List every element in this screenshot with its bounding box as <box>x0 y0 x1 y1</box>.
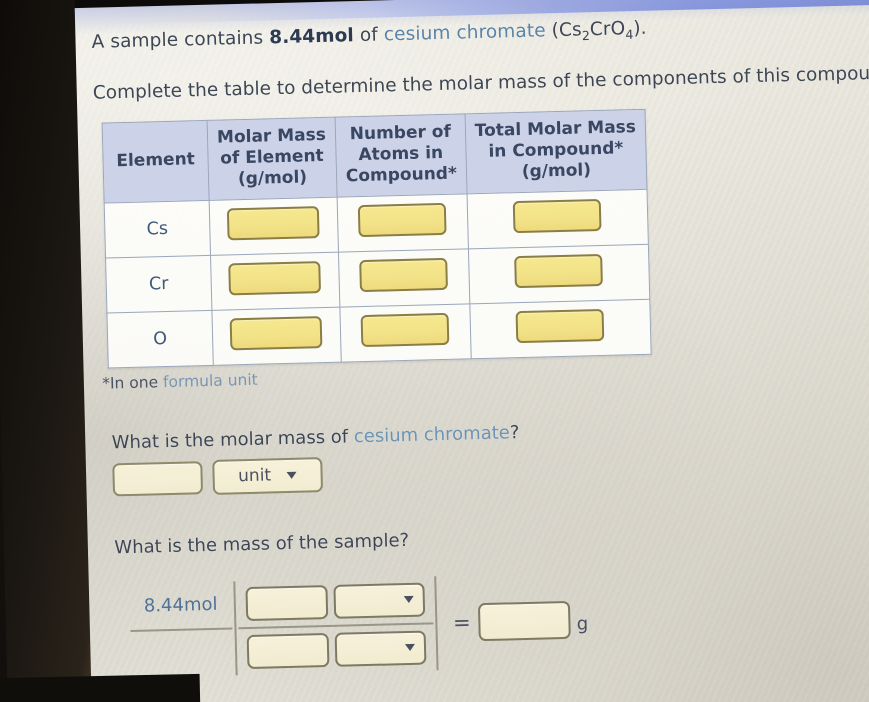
input-total-cs[interactable] <box>513 199 602 234</box>
input-molar-mass-cs[interactable] <box>227 206 321 241</box>
formula-open: (Cs <box>545 19 582 42</box>
cell-atoms-cr <box>338 248 470 307</box>
chevron-down-icon <box>403 595 414 604</box>
input-total-o[interactable] <box>515 308 605 344</box>
conversion-numerator <box>237 576 433 627</box>
table-header-row: Element Molar Mass of Element (g/mol) Nu… <box>102 109 647 203</box>
formula-mid: CrO <box>589 18 626 41</box>
q1-unit-select[interactable]: unit <box>212 456 324 495</box>
th-molar-mass-line-3: (g/mol) <box>237 167 308 189</box>
th-atom-count-line-2: Atoms in <box>358 143 444 166</box>
cell-atoms-cs <box>336 193 469 252</box>
worksheet-page: A sample contains 8.44mol of cesium chro… <box>44 0 869 679</box>
conversion-numerator-value-input[interactable] <box>245 584 328 621</box>
statement-prefix: A sample contains <box>91 27 270 53</box>
input-molar-mass-o[interactable] <box>230 316 323 351</box>
th-element: Element <box>102 120 210 203</box>
input-total-cr[interactable] <box>514 254 604 289</box>
given-value: 8.44mol <box>143 593 218 617</box>
q1-prefix: What is the molar mass of <box>111 425 355 453</box>
cell-total-o <box>469 298 652 359</box>
th-atom-count-line-3: Compound* <box>345 163 458 187</box>
th-total-line-3: (g/mol) <box>521 160 592 182</box>
sample-amount: 8.44mol <box>268 25 355 49</box>
conversion-denominator <box>238 624 434 675</box>
screen-photo: A sample contains 8.44mol of cesium chro… <box>0 0 869 702</box>
q1-value-input[interactable] <box>112 460 204 496</box>
dimensional-analysis-block: 8.44mol = g <box>129 564 869 678</box>
input-atoms-cr[interactable] <box>359 257 449 293</box>
result-group: = g <box>439 600 589 642</box>
molar-mass-table: Element Molar Mass of Element (g/mol) Nu… <box>101 109 652 369</box>
conversion-fraction <box>237 576 434 675</box>
table-head: Element Molar Mass of Element (g/mol) Nu… <box>102 109 647 203</box>
q1-unit-label: unit <box>237 465 272 487</box>
th-total-molar-mass: Total Molar Mass in Compound* (g/mol) <box>464 109 647 194</box>
table-body: Cs Cr O <box>104 188 652 368</box>
screen-content: A sample contains 8.44mol of cesium chro… <box>44 0 869 702</box>
device-bezel-bottom <box>0 673 201 702</box>
th-molar-mass-line-1: Molar Mass <box>216 125 327 149</box>
input-atoms-o[interactable] <box>360 312 450 348</box>
row-element-o: O <box>106 309 214 368</box>
statement-middle: of <box>353 24 385 47</box>
given-fraction: 8.44mol <box>129 581 233 678</box>
given-denominator <box>131 629 234 678</box>
cell-molar-mass-cs <box>209 196 339 255</box>
row-element-cs: Cs <box>104 199 211 258</box>
equals-sign: = <box>452 609 471 635</box>
compound-name: cesium chromate <box>383 20 546 46</box>
footnote-mark: *In one <box>101 372 164 393</box>
problem-statement: A sample contains 8.44mol of cesium chro… <box>91 8 869 58</box>
th-atom-count-line-1: Number of <box>349 122 452 145</box>
row-element-cr: Cr <box>105 254 212 313</box>
th-total-line-2: in Compound* <box>488 138 624 162</box>
th-atom-count: Number of Atoms in Compound* <box>334 114 467 197</box>
result-unit-label: g <box>576 613 589 635</box>
given-numerator: 8.44mol <box>129 581 232 630</box>
th-molar-mass-line-2: of Element <box>220 146 324 169</box>
conversion-numerator-unit-select[interactable] <box>333 582 425 619</box>
cell-total-cr <box>468 243 650 304</box>
cell-molar-mass-o <box>211 306 342 365</box>
chevron-down-icon <box>286 471 298 479</box>
cell-total-cs <box>466 188 649 249</box>
th-molar-mass: Molar Mass of Element (g/mol) <box>207 117 337 200</box>
conversion-denominator-unit-select[interactable] <box>334 630 427 667</box>
conversion-denominator-value-input[interactable] <box>246 632 330 669</box>
input-molar-mass-cr[interactable] <box>228 261 322 296</box>
cell-molar-mass-cr <box>210 251 340 310</box>
formula-close: ). <box>633 17 647 40</box>
instruction-text: Complete the table to determine the mola… <box>92 61 869 104</box>
th-element-line-1: Element <box>116 149 196 172</box>
question-2-text: What is the mass of the sample? <box>114 529 410 558</box>
result-value-input[interactable] <box>478 600 572 641</box>
q1-compound: cesium chromate <box>353 421 511 447</box>
chevron-down-icon <box>404 643 415 652</box>
footnote-link[interactable]: formula unit <box>163 370 258 390</box>
q1-suffix: ? <box>509 421 520 443</box>
input-atoms-cs[interactable] <box>358 202 447 238</box>
cell-atoms-o <box>339 303 472 362</box>
fraction-end-divider <box>433 575 439 670</box>
